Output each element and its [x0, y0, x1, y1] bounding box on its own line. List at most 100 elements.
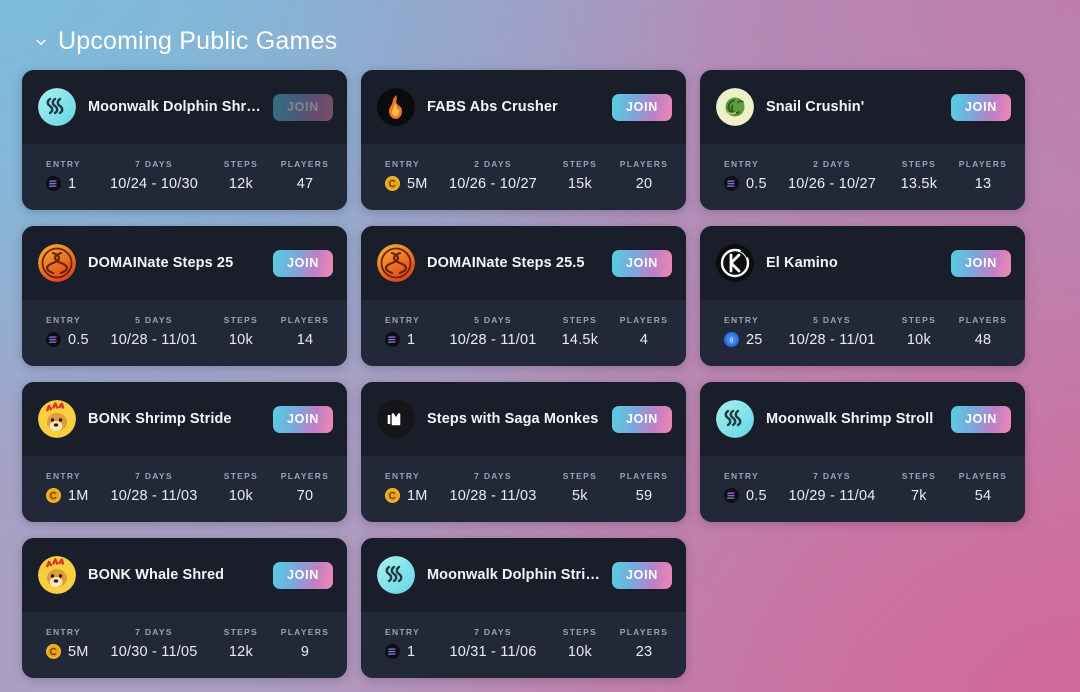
- stat-steps: STEPS 12k: [209, 159, 273, 192]
- card-header: Snail Crushin' JOIN: [700, 70, 1025, 144]
- stat-players-value: 70: [296, 487, 314, 504]
- join-button[interactable]: JOIN: [612, 561, 672, 589]
- chevron-down-icon[interactable]: [34, 35, 48, 49]
- stat-players: PLAYERS 48: [951, 315, 1015, 348]
- stat-players: PLAYERS 23: [612, 627, 676, 660]
- game-card[interactable]: El Kamino JOIN ENTRY 8 25 5 DAYS 10/28 - 11/01…: [700, 226, 1025, 366]
- stat-date-range: 10/26 - 10/27: [448, 175, 538, 192]
- card-stats: ENTRY 1M 7 DAYS 10/28 - 11/03 STEPS 10k PLAYER…: [22, 456, 347, 522]
- join-button[interactable]: JOIN: [273, 93, 333, 121]
- join-button[interactable]: JOIN: [612, 405, 672, 433]
- stat-steps: STEPS 15k: [548, 159, 612, 192]
- game-title: Moonwalk Dolphin Shred: [88, 99, 262, 115]
- stat-entry: ENTRY 1M: [32, 471, 99, 504]
- join-button[interactable]: JOIN: [273, 405, 333, 433]
- join-button[interactable]: JOIN: [612, 249, 672, 277]
- card-header: Moonwalk Dolphin Stride JOIN: [361, 538, 686, 612]
- game-title: BONK Shrimp Stride: [88, 411, 232, 427]
- game-card[interactable]: Snail Crushin' JOIN ENTRY 0.5 2 DAYS 10/26 - …: [700, 70, 1025, 210]
- stat-duration-label: 7 DAYS: [135, 470, 173, 481]
- stat-players-value: 54: [974, 487, 992, 504]
- saga-monkes-icon: [377, 400, 415, 438]
- stat-duration: 5 DAYS 10/28 - 11/01: [777, 315, 887, 348]
- stat-duration: 7 DAYS 10/28 - 11/03: [99, 471, 209, 504]
- stat-duration-label: 5 DAYS: [135, 314, 173, 325]
- join-button[interactable]: JOIN: [951, 249, 1011, 277]
- join-button[interactable]: JOIN: [612, 93, 672, 121]
- stat-steps-value: 12k: [228, 175, 253, 192]
- stat-duration: 7 DAYS 10/29 - 11/04: [777, 471, 887, 504]
- stat-players: PLAYERS 4: [612, 315, 676, 348]
- stat-entry-label: ENTRY: [46, 314, 81, 325]
- stat-entry-value: 1: [385, 644, 438, 660]
- stat-steps-value: 10k: [906, 331, 931, 348]
- stat-duration: 5 DAYS 10/28 - 11/01: [438, 315, 548, 348]
- stat-steps-label: STEPS: [223, 314, 259, 325]
- moonwalk-icon: [38, 88, 76, 126]
- stat-players-label: PLAYERS: [280, 158, 330, 169]
- stat-duration-label: 5 DAYS: [813, 314, 851, 325]
- join-button[interactable]: JOIN: [273, 561, 333, 589]
- card-header: Moonwalk Shrimp Stroll JOIN: [700, 382, 1025, 456]
- game-card[interactable]: DOMAINate Steps 25.5 JOIN ENTRY 1 5 DAYS 10/2…: [361, 226, 686, 366]
- card-header: DOMAINate Steps 25 JOIN: [22, 226, 347, 300]
- stat-players-label: PLAYERS: [280, 626, 330, 637]
- game-card[interactable]: BONK Whale Shred JOIN ENTRY 5M 7 DAYS 10/30 -…: [22, 538, 347, 678]
- stat-date-range: 10/31 - 11/06: [449, 643, 537, 660]
- stat-players-value: 13: [974, 175, 992, 192]
- stat-entry-label: ENTRY: [724, 314, 759, 325]
- card-stats: ENTRY 8 25 5 DAYS 10/28 - 11/01 STEPS 10k PLAYE…: [700, 300, 1025, 366]
- stat-steps-label: STEPS: [562, 470, 598, 481]
- stat-entry-label: ENTRY: [385, 470, 420, 481]
- stat-duration-label: 7 DAYS: [135, 626, 173, 637]
- stat-steps: STEPS 10k: [548, 627, 612, 660]
- stat-duration-label: 7 DAYS: [474, 470, 512, 481]
- stat-steps-label: STEPS: [901, 314, 937, 325]
- stat-players: PLAYERS 13: [951, 159, 1015, 192]
- stat-entry-value: 1: [385, 332, 438, 348]
- join-button[interactable]: JOIN: [273, 249, 333, 277]
- entry-amount: 5M: [407, 175, 428, 192]
- stat-date-range: 10/29 - 11/04: [788, 487, 876, 504]
- game-title: Moonwalk Shrimp Stroll: [766, 411, 934, 427]
- game-card[interactable]: Steps with Saga Monkes JOIN ENTRY 1M 7 DAYS 1…: [361, 382, 686, 522]
- stat-entry-label: ENTRY: [385, 314, 420, 325]
- solana-coin-icon: [724, 176, 739, 191]
- domainate-icon: [377, 244, 415, 282]
- game-card[interactable]: BONK Shrimp Stride JOIN ENTRY 1M 7 DAYS 10/28…: [22, 382, 347, 522]
- join-button[interactable]: JOIN: [951, 405, 1011, 433]
- stat-duration-label: 7 DAYS: [474, 626, 512, 637]
- game-card[interactable]: Moonwalk Dolphin Shred JOIN ENTRY 1 7 DAYS 10…: [22, 70, 347, 210]
- stat-duration: 7 DAYS 10/30 - 11/05: [99, 627, 209, 660]
- stat-duration-label: 2 DAYS: [813, 158, 851, 169]
- game-title: Steps with Saga Monkes: [427, 411, 599, 427]
- game-card[interactable]: DOMAINate Steps 25 JOIN ENTRY 0.5 5 DAYS 10/2…: [22, 226, 347, 366]
- game-title: Moonwalk Dolphin Stride: [427, 567, 601, 583]
- stat-date-range: 10/28 - 11/01: [449, 331, 537, 348]
- stat-steps: STEPS 12k: [209, 627, 273, 660]
- stat-steps-value: 13.5k: [900, 175, 938, 192]
- upcoming-public-games-page: Upcoming Public Games Moonwalk Dolphin S…: [0, 0, 1080, 692]
- stat-players-value: 4: [639, 331, 649, 348]
- stat-duration: 5 DAYS 10/28 - 11/01: [99, 315, 209, 348]
- stat-steps: STEPS 10k: [887, 315, 951, 348]
- section-header[interactable]: Upcoming Public Games: [22, 20, 1058, 62]
- stat-entry-value: 0.5: [724, 176, 777, 192]
- stat-players-value: 48: [974, 331, 992, 348]
- stat-entry: ENTRY 5M: [371, 159, 438, 192]
- stat-entry: ENTRY 1: [371, 627, 438, 660]
- stat-entry-value: 8 25: [724, 332, 777, 348]
- stat-players: PLAYERS 54: [951, 471, 1015, 504]
- game-card[interactable]: Moonwalk Dolphin Stride JOIN ENTRY 1 7 DAYS 1…: [361, 538, 686, 678]
- games-grid: Moonwalk Dolphin Shred JOIN ENTRY 1 7 DAYS 10…: [22, 70, 1058, 678]
- stat-entry-label: ENTRY: [385, 626, 420, 637]
- game-card[interactable]: FABS Abs Crusher JOIN ENTRY 5M 2 DAYS 10/26 -…: [361, 70, 686, 210]
- stat-entry: ENTRY 0.5: [710, 159, 777, 192]
- stat-entry-value: 0.5: [46, 332, 99, 348]
- stat-players-label: PLAYERS: [619, 314, 669, 325]
- join-button[interactable]: JOIN: [951, 93, 1011, 121]
- stat-entry: ENTRY 1: [371, 315, 438, 348]
- game-card[interactable]: Moonwalk Shrimp Stroll JOIN ENTRY 0.5 7 DAYS…: [700, 382, 1025, 522]
- stat-duration: 7 DAYS 10/24 - 10/30: [99, 159, 209, 192]
- entry-amount: 1: [68, 175, 77, 192]
